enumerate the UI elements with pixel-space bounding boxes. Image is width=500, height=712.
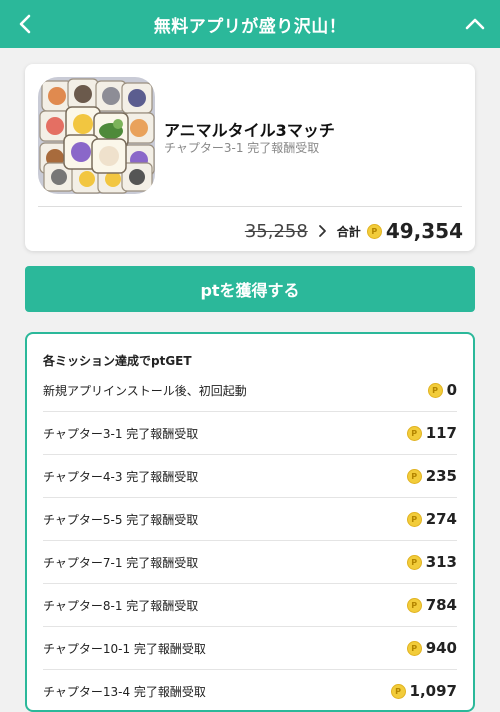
coin-icon: P	[406, 597, 422, 613]
mission-label: チャプター5-5 完了報酬受取	[43, 512, 199, 527]
total-points: 49,354	[385, 219, 463, 243]
points-summary: 35,258 合計 P 49,354	[245, 216, 463, 246]
app-card[interactable]: アニマルタイル3マッチ チャプター3-1 完了報酬受取 35,258 合計 P …	[25, 64, 475, 251]
mission-label: チャプター13-4 完了報酬受取	[43, 684, 206, 699]
mission-points-value: 784	[425, 596, 457, 614]
app-icon	[38, 77, 155, 194]
mission-row: 新規アプリインストール後、初回起動 P 0	[43, 369, 457, 412]
missions-panel: 各ミッション達成でptGET 新規アプリインストール後、初回起動 P 0 チャプター3…	[25, 332, 475, 712]
page-title: 無料アプリが盛り沢山！	[153, 16, 347, 37]
mission-label: チャプター7-1 完了報酬受取	[43, 555, 199, 570]
mission-label: チャプター4-3 完了報酬受取	[43, 469, 199, 484]
coin-icon: P	[427, 382, 443, 398]
header-bar: 無料アプリが盛り沢山！	[0, 0, 500, 48]
mission-points: P 940	[406, 639, 457, 657]
mission-points: P0	[427, 381, 457, 399]
mission-label: 新規アプリインストール後、初回起動	[43, 383, 247, 398]
mission-row: チャプター4-3 完了報酬受取 P 235	[43, 455, 457, 498]
mission-row: チャプター10-1 完了報酬受取 P 940	[43, 627, 457, 670]
coin-icon: P	[406, 640, 422, 656]
mission-row: チャプター3-1 完了報酬受取 P 117	[43, 412, 457, 455]
mission-row: チャプター5-5 完了報酬受取 P 274	[43, 498, 457, 541]
mission-points: P 1,097	[390, 682, 457, 700]
chevron-left-icon	[19, 14, 31, 34]
collapse-button[interactable]	[462, 10, 488, 38]
mission-label: チャプター10-1 完了報酬受取	[43, 641, 206, 656]
chevron-right-icon	[318, 224, 327, 238]
old-points: 35,258	[244, 220, 308, 242]
mission-row: チャプター13-4 完了報酬受取 P 1,097	[43, 670, 457, 710]
coin-icon: P	[390, 683, 406, 699]
mission-label: チャプター3-1 完了報酬受取	[43, 426, 199, 441]
chevron-up-icon	[465, 18, 485, 30]
mission-points-value: 274	[425, 510, 457, 528]
coin-icon: P	[406, 468, 422, 484]
mission-row: チャプター8-1 完了報酬受取 P 784	[43, 584, 457, 627]
mission-points-value: 940	[425, 639, 457, 657]
mission-points-value: 313	[425, 553, 457, 571]
mission-points: P 274	[406, 510, 457, 528]
mission-points-value: 1,097	[409, 682, 457, 700]
total-label: 合計	[336, 224, 361, 239]
mission-row: チャプター7-1 完了報酬受取 P 313	[43, 541, 457, 584]
mission-points: P 313	[406, 553, 457, 571]
app-name: アニマルタイル3マッチ	[164, 121, 335, 140]
coin-icon: P	[406, 425, 422, 441]
mission-points: P 235	[406, 467, 457, 485]
app-subtitle: チャプター3-1 完了報酬受取	[164, 141, 320, 155]
coin-icon: P	[366, 223, 382, 239]
mission-points: P 117	[406, 424, 457, 442]
divider	[38, 206, 462, 207]
coin-icon: P	[406, 511, 422, 527]
mission-points-value: 235	[425, 467, 457, 485]
back-button[interactable]	[12, 10, 38, 38]
mission-label: チャプター8-1 完了報酬受取	[43, 598, 199, 613]
missions-heading: 各ミッション達成でptGET	[43, 354, 192, 368]
mission-points-value: 0	[446, 381, 457, 399]
mission-points: P 784	[406, 596, 457, 614]
earn-points-button[interactable]: ptを獲得する	[25, 266, 475, 312]
mission-points-value: 117	[425, 424, 457, 442]
coin-icon: P	[406, 554, 422, 570]
